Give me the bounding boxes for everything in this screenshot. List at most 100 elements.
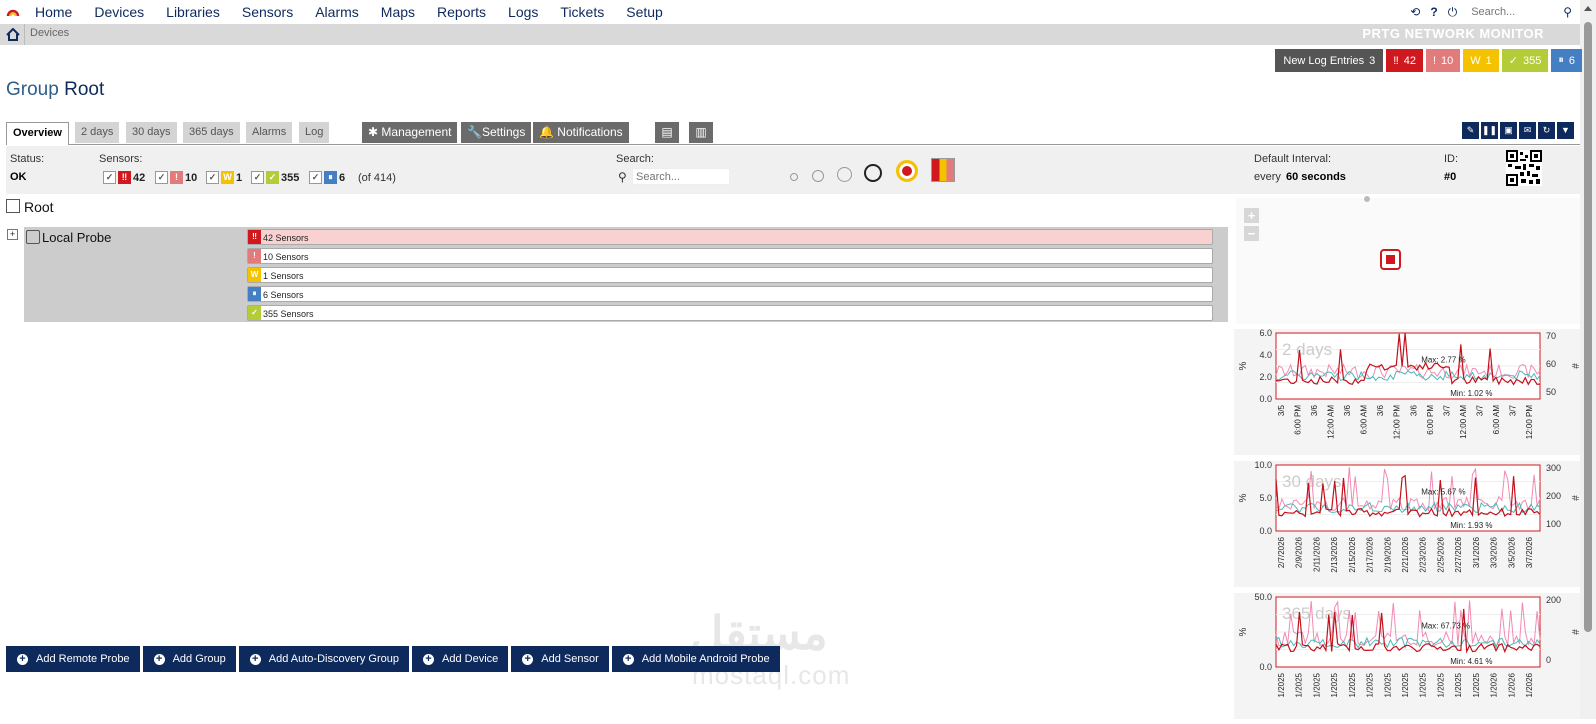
add-group-button[interactable]: + Add Group bbox=[142, 646, 236, 672]
home-icon[interactable] bbox=[6, 28, 20, 41]
nav-reports[interactable]: Reports bbox=[426, 0, 497, 24]
pause-icon: ⏸ bbox=[324, 171, 337, 184]
refresh-icon[interactable]: ⟲ bbox=[1410, 5, 1420, 19]
filter-up[interactable]: ✓ ✓ 355 bbox=[251, 171, 299, 184]
top-search-input[interactable] bbox=[1467, 4, 1554, 20]
email-icon[interactable]: ✉ bbox=[1519, 122, 1536, 139]
x-tick-label: 1/2025 bbox=[1454, 672, 1463, 697]
add-auto-discovery-group-button[interactable]: + Add Auto-Discovery Group bbox=[238, 646, 409, 672]
new-log-entries-button[interactable]: New Log Entries 3 bbox=[1275, 49, 1384, 72]
add-device-button[interactable]: + Add Device bbox=[412, 646, 509, 672]
logout-icon[interactable]: ⏻ bbox=[1448, 5, 1458, 20]
y-left-tick-label: 4.0 bbox=[1259, 350, 1272, 360]
qr-code-icon[interactable] bbox=[1506, 150, 1542, 186]
tree-root[interactable]: Root bbox=[6, 199, 54, 215]
interval-prefix: every bbox=[1254, 171, 1281, 183]
checkbox-partial[interactable]: ✓ bbox=[155, 171, 168, 184]
checkbox-down[interactable]: ✓ bbox=[103, 171, 116, 184]
probe-map-marker-icon[interactable] bbox=[1380, 249, 1401, 270]
tab-log[interactable]: Log bbox=[299, 122, 330, 143]
checkbox-paused[interactable]: ✓ bbox=[309, 171, 322, 184]
scroll-up-icon[interactable] bbox=[1584, 6, 1592, 11]
graph-30-days[interactable]: 30 days 10.0 5.0 0.0 300 200 100% # Max: 5.67 % M… bbox=[1234, 460, 1580, 587]
sensor-bar-paused[interactable]: ⏸ 6 Sensors bbox=[247, 286, 1213, 302]
prtg-logo-icon[interactable] bbox=[6, 5, 20, 19]
management-button[interactable]: ✱ Management bbox=[362, 122, 458, 143]
sunburst-view-icon[interactable] bbox=[896, 160, 918, 182]
add-sensor-button[interactable]: + Add Sensor bbox=[511, 646, 609, 672]
zoom-out-button[interactable]: − bbox=[1244, 226, 1259, 241]
settings-button[interactable]: 🔧Settings bbox=[461, 122, 532, 143]
add-remote-probe-button[interactable]: + Add Remote Probe bbox=[6, 646, 140, 672]
geo-map[interactable]: + − bbox=[1236, 196, 1580, 324]
history-icon[interactable]: ▥ bbox=[689, 122, 713, 143]
pause-object-icon[interactable]: ❚❚ bbox=[1481, 122, 1498, 139]
nav-tickets[interactable]: Tickets bbox=[549, 0, 615, 24]
tab-365-days[interactable]: 365 days bbox=[183, 122, 240, 143]
tab-2-days[interactable]: 2 days bbox=[75, 122, 120, 143]
sensor-bar-partial[interactable]: ! 10 Sensors bbox=[247, 248, 1213, 264]
probe-label[interactable]: Local Probe bbox=[42, 230, 111, 245]
sensor-bar-down[interactable]: ‼ 42 Sensors bbox=[247, 229, 1213, 245]
up-count-badge[interactable]: ✓ 355 bbox=[1501, 49, 1549, 72]
nav-logs[interactable]: Logs bbox=[497, 0, 549, 24]
sensor-bar-up[interactable]: ✓ 355 Sensors bbox=[247, 305, 1213, 321]
x-tick-label: 3/7/2026 bbox=[1525, 536, 1534, 568]
partial-down-icon: ! bbox=[248, 249, 261, 263]
view-size-1-icon[interactable] bbox=[790, 173, 798, 181]
max-annotation: Max: 67.73 % bbox=[1421, 622, 1470, 631]
plus-icon: + bbox=[622, 653, 634, 665]
checkbox-up[interactable]: ✓ bbox=[251, 171, 264, 184]
search-input[interactable] bbox=[632, 168, 730, 185]
x-tick-label: 1/2025 bbox=[1383, 672, 1392, 697]
treemap-view-icon[interactable] bbox=[931, 158, 955, 182]
nav-devices[interactable]: Devices bbox=[83, 0, 155, 24]
tab-alarms[interactable]: Alarms bbox=[246, 122, 293, 143]
nav-maps[interactable]: Maps bbox=[370, 0, 426, 24]
tab-30-days[interactable]: 30 days bbox=[126, 122, 177, 143]
min-annotation: Min: 1.93 % bbox=[1450, 521, 1492, 530]
view-size-2-icon[interactable] bbox=[812, 170, 824, 182]
down-count-badge[interactable]: ‼ 42 bbox=[1386, 49, 1423, 72]
zoom-in-button[interactable]: + bbox=[1244, 208, 1259, 223]
tab-overview[interactable]: Overview bbox=[6, 122, 69, 145]
filter-down[interactable]: ✓ ‼ 42 bbox=[103, 171, 145, 184]
add-mobile-android-probe-label: Add Mobile Android Probe bbox=[641, 653, 770, 665]
nav-sensors[interactable]: Sensors bbox=[231, 0, 304, 24]
graph-2-days[interactable]: 2 days 6.0 4.0 2.0 0.0 70 60 50% # Max: 2.77 % Min… bbox=[1234, 328, 1580, 455]
warning-icon: W bbox=[1470, 54, 1481, 67]
view-size-4-icon[interactable] bbox=[864, 164, 882, 182]
sensor-bar-partial-label: 10 Sensors bbox=[263, 252, 309, 262]
warning-count-badge[interactable]: W1 bbox=[1463, 49, 1499, 72]
add-mobile-android-probe-button[interactable]: + Add Mobile Android Probe bbox=[611, 646, 780, 672]
view-size-3-icon[interactable] bbox=[837, 167, 852, 182]
expand-toggle-icon[interactable]: + bbox=[7, 229, 18, 240]
filter-warning[interactable]: ✓ W 1 bbox=[206, 171, 242, 184]
nav-setup[interactable]: Setup bbox=[615, 0, 674, 24]
notifications-button[interactable]: 🔔 Notifications bbox=[533, 122, 629, 143]
filter-partial[interactable]: ✓ ! 10 bbox=[155, 171, 197, 184]
more-dropdown-icon[interactable]: ▼ bbox=[1557, 122, 1574, 139]
x-tick-label: 3/5/2026 bbox=[1507, 536, 1516, 568]
filter-paused[interactable]: ✓ ⏸ 6 bbox=[309, 171, 345, 184]
comments-icon[interactable]: ▤ bbox=[655, 122, 679, 143]
paused-count-badge[interactable]: ⏸ 6 bbox=[1551, 49, 1582, 72]
graph-365-days[interactable]: 365 days 50.0 0.0 200 0% # Max: 67.73 % Min: 4.… bbox=[1234, 592, 1580, 719]
partial-count-badge[interactable]: ! 10 bbox=[1425, 49, 1461, 72]
clone-icon[interactable]: ▣ bbox=[1500, 122, 1517, 139]
search-icon[interactable]: ⚲ bbox=[1563, 5, 1572, 19]
vertical-scrollbar[interactable] bbox=[1580, 0, 1596, 719]
add-remote-probe-label: Add Remote Probe bbox=[36, 653, 130, 665]
checkbox-warning[interactable]: ✓ bbox=[206, 171, 219, 184]
help-icon[interactable]: ? bbox=[1430, 5, 1437, 19]
nav-alarms[interactable]: Alarms bbox=[304, 0, 370, 24]
down-count: 42 bbox=[1403, 54, 1416, 67]
nav-home[interactable]: Home bbox=[24, 0, 83, 24]
scan-icon[interactable]: ↻ bbox=[1538, 122, 1555, 139]
y-right-tick-label: 50 bbox=[1546, 387, 1556, 397]
nav-libraries[interactable]: Libraries bbox=[155, 0, 231, 24]
edit-wrench-icon[interactable]: ✎ bbox=[1462, 122, 1479, 139]
breadcrumb-devices[interactable]: Devices bbox=[30, 27, 69, 39]
scrollbar-thumb[interactable] bbox=[1584, 22, 1592, 632]
sensor-bar-warning[interactable]: W1 Sensors bbox=[247, 267, 1213, 283]
